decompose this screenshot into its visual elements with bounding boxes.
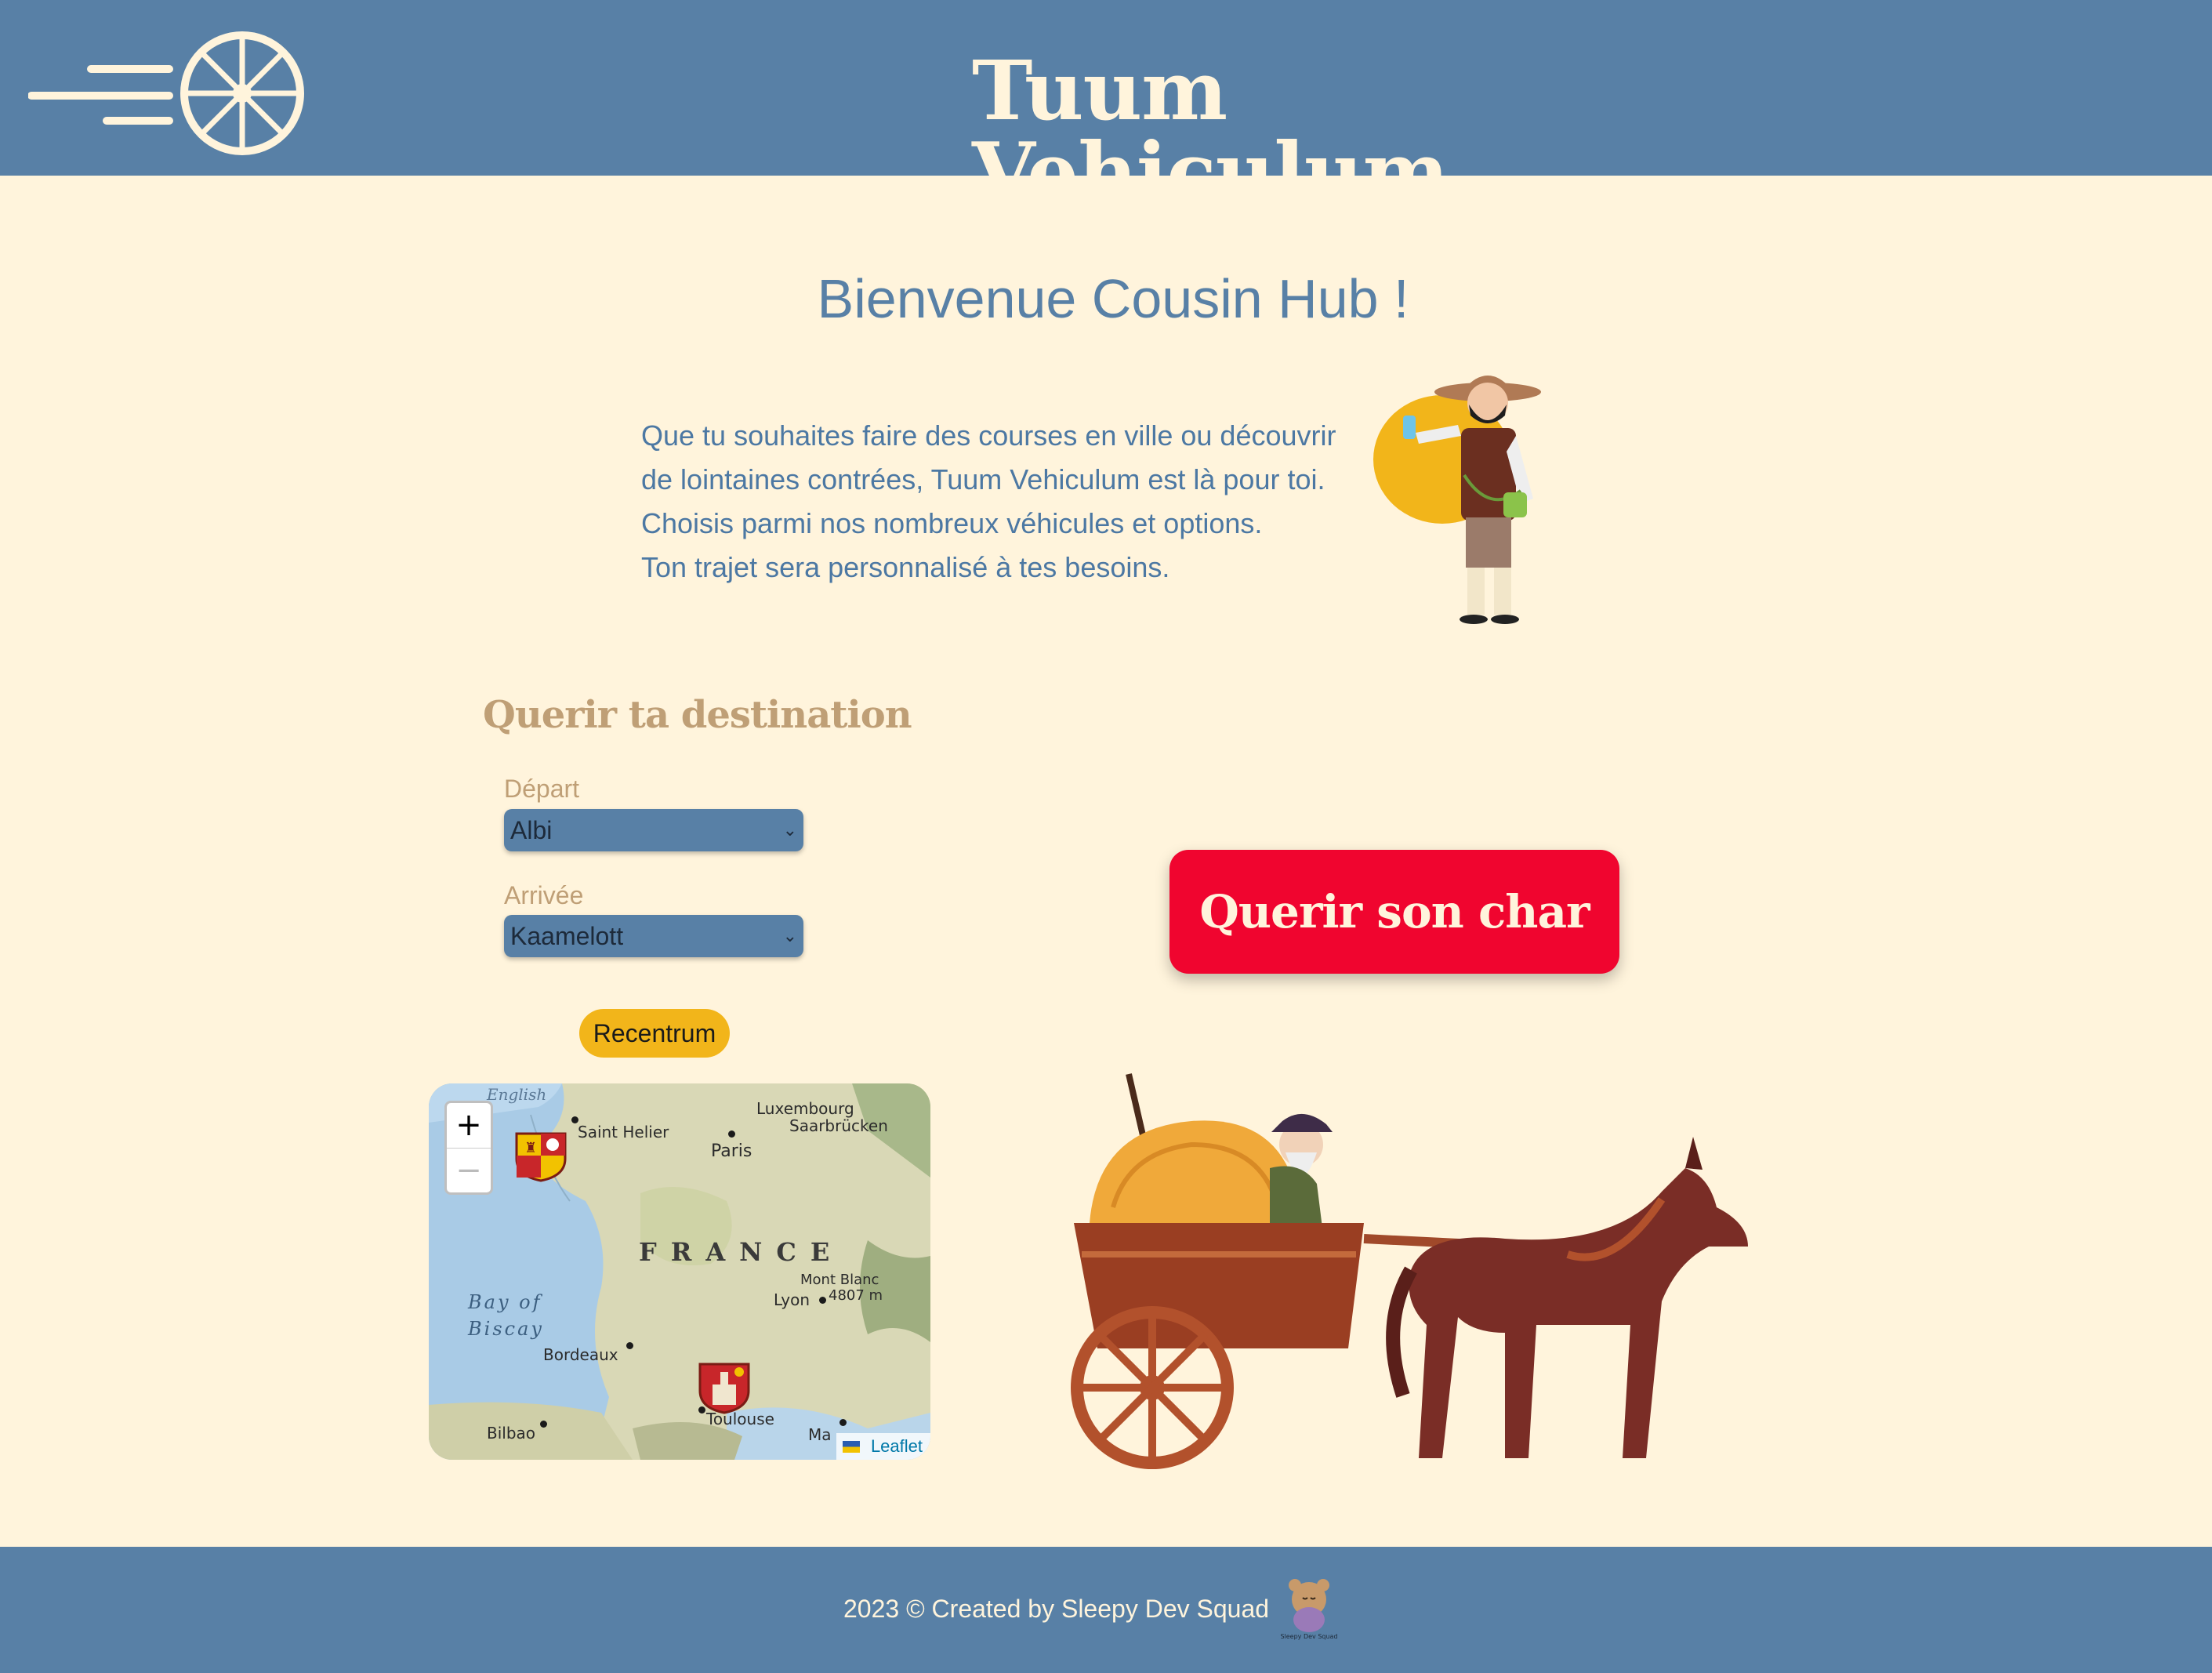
map-city-dot [540,1421,547,1428]
footer-logo-caption: Sleepy Dev Squad [1280,1633,1337,1640]
map-sea-line: Bay of [468,1291,542,1313]
depart-select[interactable]: Albi ⌄ [504,809,803,851]
map-label-marseille: Ma [808,1425,832,1444]
map-sea-label: Bay of Biscay [468,1289,544,1342]
map-country-label: FRANCE [639,1237,844,1267]
map-label-luxembourg: Luxembourg [756,1099,854,1118]
arrivee-select-value: Kaamelott [510,922,624,950]
chevron-down-icon: ⌄ [782,926,797,945]
map-label-saarbrucken: Saarbrücken [789,1116,888,1135]
map-city-dot [728,1130,735,1138]
traveler-illustration [1373,376,1541,624]
recenter-button[interactable]: Recentrum [579,1009,730,1058]
destination-form-title: Querir ta destination [483,693,912,737]
intro-line: Choisis parmi nos nombreux véhicules et … [641,507,1263,539]
map-zoom-control: + − [444,1101,493,1195]
map-label-saint-helier: Saint Helier [578,1123,669,1141]
route-map[interactable]: English Saint Helier Paris Luxembourg Sa… [429,1083,930,1460]
map-attribution: Leaflet [836,1433,930,1460]
kaamelott-marker-icon[interactable]: ♜ [513,1130,568,1182]
map-label-mont-blanc: Mont Blanc [800,1272,879,1288]
arrivee-select[interactable]: Kaamelott ⌄ [504,915,803,957]
map-label-bilbao: Bilbao [487,1424,536,1443]
map-sea-line: Biscay [468,1318,544,1340]
map-city-dot [626,1342,633,1349]
intro-text: Que tu souhaites faire des courses en vi… [641,414,1347,590]
depart-select-value: Albi [510,816,553,844]
ukraine-flag-icon [843,1441,860,1453]
intro-line: de lointaines contrées, Tuum Vehiculum e… [641,463,1325,495]
book-chariot-button[interactable]: Querir son char [1169,850,1619,974]
map-city-dot [839,1419,847,1426]
site-title: Tuum Vehiculum [972,42,1449,220]
albi-marker-icon[interactable] [697,1361,752,1416]
depart-label: Départ [504,775,580,803]
intro-line: Ton trajet sera personnalisé à tes besoi… [641,551,1170,583]
intro-line: Que tu souhaites faire des courses en vi… [641,419,1336,452]
sleepy-dev-squad-logo[interactable]: Sleepy Dev Squad [1278,1576,1340,1642]
chevron-down-icon: ⌄ [782,820,797,840]
zoom-out-button[interactable]: − [447,1149,491,1193]
map-label-paris: Paris [711,1141,752,1161]
footer-copyright: 2023 © Created by Sleepy Dev Squad [843,1595,1270,1623]
welcome-heading: Bienvenue Cousin Hub ! [817,268,1409,329]
arrivee-label: Arrivée [504,881,584,909]
wagon-wheel-logo-icon[interactable] [28,28,310,158]
map-water-label: English [487,1085,547,1104]
map-label-lyon: Lyon [774,1290,810,1309]
horse-cart-illustration [1071,1073,1748,1469]
map-city-dot [819,1297,826,1304]
map-label-mont-blanc-altitude: 4807 m [829,1287,883,1304]
leaflet-link[interactable]: Leaflet [871,1436,923,1456]
map-label-bordeaux: Bordeaux [543,1345,618,1364]
zoom-in-button[interactable]: + [447,1103,491,1149]
svg-text:♜: ♜ [524,1140,537,1156]
